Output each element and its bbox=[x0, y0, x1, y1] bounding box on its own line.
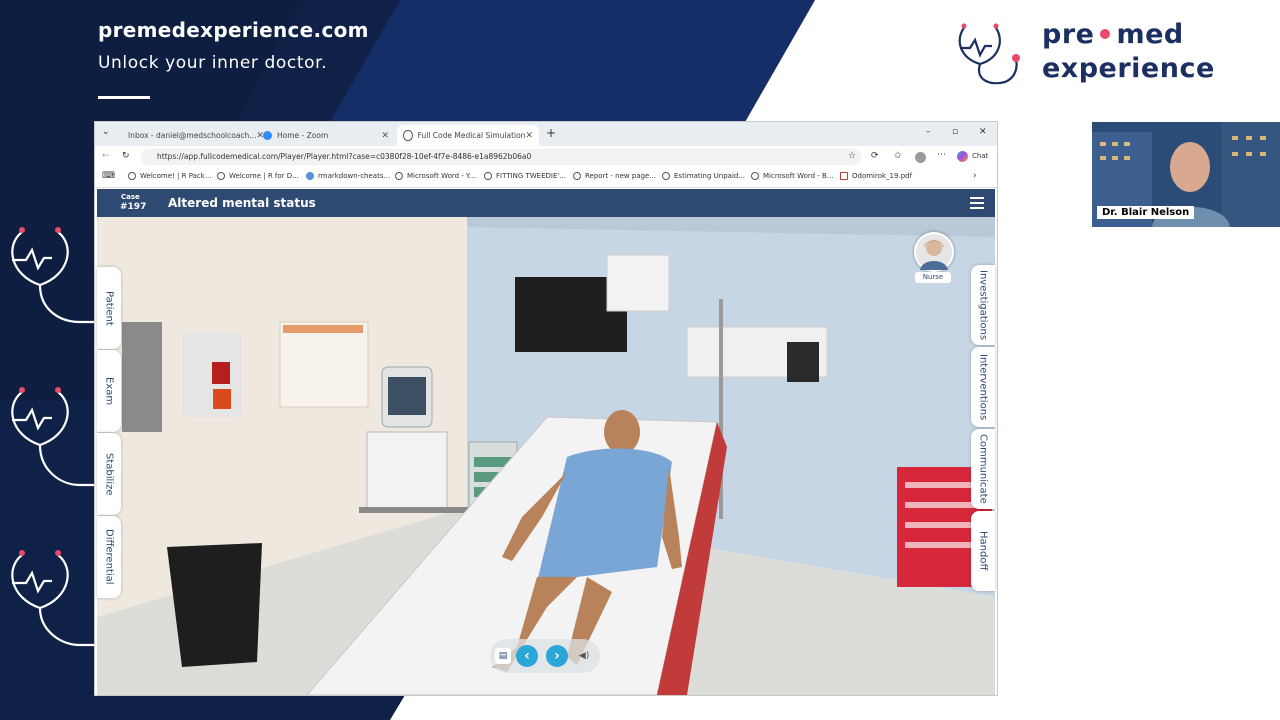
simulation-scene[interactable] bbox=[97, 217, 995, 695]
globe-icon bbox=[751, 172, 759, 180]
favorite-star-icon[interactable]: ☆ bbox=[848, 151, 856, 161]
scene-controls: ▤ ‹ › ◀) bbox=[490, 639, 600, 673]
globe-icon bbox=[662, 172, 670, 180]
case-title: Altered mental status bbox=[168, 196, 316, 210]
reload-icon[interactable]: ↻ bbox=[122, 151, 130, 161]
address-bar[interactable]: https://app.fullcodemedical.com/Player/P… bbox=[141, 149, 861, 165]
tab-stabilize[interactable]: Stabilize bbox=[97, 433, 121, 515]
patient-head bbox=[604, 410, 640, 454]
copilot-chat-label[interactable]: Chat bbox=[972, 152, 988, 160]
trash-can bbox=[167, 543, 262, 667]
bookmark-icon bbox=[128, 172, 136, 180]
close-window-icon[interactable]: ✕ bbox=[979, 127, 987, 137]
logo-word-pre: pre bbox=[1042, 19, 1095, 50]
notes-icon[interactable]: ▤ bbox=[495, 648, 511, 664]
bookmark-item[interactable]: Estimating Unpaid... bbox=[662, 172, 745, 180]
chevron-right-icon[interactable]: › bbox=[973, 171, 977, 181]
nurse-avatar[interactable] bbox=[914, 232, 954, 272]
menu-icon[interactable] bbox=[970, 197, 984, 209]
presenter-name: Dr. Blair Nelson bbox=[1097, 206, 1195, 219]
next-button[interactable]: › bbox=[546, 645, 568, 667]
case-number: #197 bbox=[120, 202, 147, 212]
bookmark-item[interactable]: Welcome | R for D... bbox=[217, 172, 299, 180]
case-label: Case bbox=[121, 193, 140, 201]
nurse-label: Nurse bbox=[915, 272, 951, 283]
logo-word-experience: experience bbox=[1042, 53, 1215, 84]
tab-patient[interactable]: Patient bbox=[97, 267, 121, 349]
tab-list-icon[interactable]: ⌄ bbox=[102, 127, 110, 137]
minimize-icon[interactable]: – bbox=[926, 127, 931, 137]
tab-communicate[interactable]: Communicate bbox=[971, 429, 995, 509]
close-tab-icon[interactable]: ✕ bbox=[381, 131, 389, 141]
tab-bar: ⌄ Inbox - daniel@medschoolcoach... ✕ Hom… bbox=[95, 122, 997, 146]
divider bbox=[98, 96, 150, 99]
address-row: ← ↻ https://app.fullcodemedical.com/Play… bbox=[95, 146, 997, 168]
brand-tagline: Unlock your inner doctor. bbox=[98, 53, 328, 73]
logo: pre med experience bbox=[1042, 18, 1215, 86]
tab-interventions[interactable]: Interventions bbox=[971, 347, 995, 427]
bookmark-item[interactable]: Microsoft Word - B... bbox=[751, 172, 834, 180]
bookmark-item[interactable]: Odomirok_19.pdf bbox=[840, 172, 912, 180]
webcam-feed: Dr. Blair Nelson bbox=[1092, 122, 1280, 227]
pdf-icon bbox=[840, 172, 848, 180]
browser-window: ⌄ Inbox - daniel@medschoolcoach... ✕ Hom… bbox=[95, 122, 997, 695]
tab-exam[interactable]: Exam bbox=[97, 350, 121, 432]
glove-box-rack bbox=[122, 322, 162, 432]
tab-differential[interactable]: Differential bbox=[97, 516, 121, 598]
bookmark-item[interactable]: Report - new page... bbox=[573, 172, 656, 180]
bookmarks-bar: ⌨ Welcome! | R Pack... Welcome | R for D… bbox=[95, 168, 997, 188]
globe-icon bbox=[395, 172, 403, 180]
close-tab-icon[interactable]: ✕ bbox=[525, 131, 533, 141]
zoom-icon bbox=[263, 131, 272, 140]
globe-icon bbox=[573, 172, 581, 180]
bookmark-icon bbox=[306, 172, 314, 180]
bookmark-item[interactable]: FITTING TWEEDIE'... bbox=[484, 172, 566, 180]
profile-avatar[interactable] bbox=[915, 152, 926, 163]
bookmark-item[interactable]: rmarkdown-cheats... bbox=[306, 172, 390, 180]
restore-icon[interactable]: ▫ bbox=[952, 127, 958, 137]
app-header: Case #197 Altered mental status bbox=[97, 189, 995, 217]
brand-url: premedexperience.com bbox=[98, 18, 369, 42]
logo-dot bbox=[1100, 29, 1111, 39]
tab-investigations[interactable]: Investigations bbox=[971, 265, 995, 345]
favorites-icon[interactable]: ✩ bbox=[894, 151, 902, 161]
previous-button[interactable]: ‹ bbox=[516, 645, 538, 667]
new-tab-icon[interactable]: + bbox=[546, 126, 556, 140]
logo-stethoscope-icon bbox=[958, 23, 1020, 85]
refresh-icon[interactable]: ⟳ bbox=[871, 151, 879, 161]
globe-icon bbox=[484, 172, 492, 180]
tab-zoom[interactable]: Home - Zoom ✕ bbox=[257, 125, 395, 146]
bookmark-item[interactable]: Welcome! | R Pack... bbox=[128, 172, 212, 180]
bookmark-item[interactable]: Microsoft Word - Y... bbox=[395, 172, 476, 180]
copilot-icon[interactable] bbox=[957, 151, 968, 162]
globe-icon bbox=[217, 172, 225, 180]
tab-full-code[interactable]: Full Code Medical Simulation ✕ bbox=[397, 125, 539, 146]
tab-actions-icon[interactable]: ⌨ bbox=[102, 171, 115, 181]
back-icon[interactable]: ← bbox=[102, 151, 110, 161]
globe-icon bbox=[403, 130, 413, 141]
volume-icon[interactable]: ◀) bbox=[576, 648, 592, 664]
more-menu-icon[interactable]: ⋯ bbox=[937, 150, 946, 160]
logo-word-med: med bbox=[1116, 19, 1184, 50]
tab-gmail[interactable]: Inbox - daniel@medschoolcoach... ✕ bbox=[117, 125, 264, 146]
tab-handoff[interactable]: Handoff bbox=[971, 511, 995, 591]
